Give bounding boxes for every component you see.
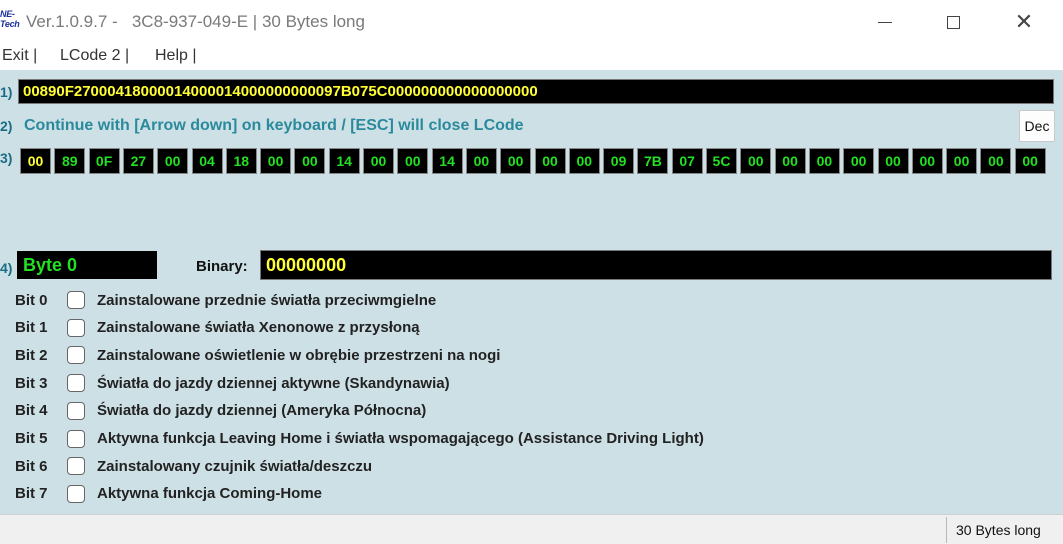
byte-cell[interactable]: 00 <box>980 148 1012 174</box>
byte-cell[interactable]: 00 <box>843 148 875 174</box>
menu-lcode2[interactable]: LCode 2 | <box>60 47 129 65</box>
maximize-button[interactable] <box>930 6 976 38</box>
bit-label: Bit 2 <box>15 346 48 364</box>
bit-checkbox[interactable] <box>67 457 85 476</box>
bit-label: Bit 5 <box>15 430 48 447</box>
byte-cell[interactable]: 00 <box>877 148 909 174</box>
row-number-1: 1) <box>0 84 13 100</box>
status-bar: 30 Bytes long <box>0 514 1063 544</box>
byte-cell[interactable]: 14 <box>431 148 463 174</box>
status-divider <box>946 517 947 543</box>
minimize-button[interactable] <box>862 6 908 38</box>
app-logo-icon: NE- Tech <box>0 9 20 29</box>
dec-button[interactable]: Dec <box>1019 110 1055 142</box>
bit-label: Bit 6 <box>15 457 48 475</box>
bit-description: Zainstalowane przednie światła przeciwmg… <box>97 291 437 309</box>
bit-checkbox[interactable] <box>67 346 85 365</box>
bit-checkbox[interactable] <box>67 429 85 448</box>
bit-label: Bit 0 <box>15 291 48 309</box>
bit-label: Bit 3 <box>15 374 48 392</box>
maximize-icon <box>946 15 960 29</box>
byte-cell[interactable]: 00 <box>946 148 978 174</box>
byte-cell[interactable]: 09 <box>603 148 635 174</box>
bit-checkbox[interactable] <box>67 318 85 337</box>
bit-row: Bit 1 Zainstalowane światła Xenonowe z pr… <box>15 316 420 340</box>
window-title: Ver.1.0.9.7 - 3C8-937-049-E | 30 Bytes l… <box>26 12 365 31</box>
byte-cell[interactable]: 00 <box>397 148 429 174</box>
bit-label: Bit 7 <box>15 485 48 503</box>
bit-row: Bit 0 Zainstalowane przednie światła prze… <box>15 288 436 312</box>
bit-description: Zainstalowany czujnik światła/deszczu <box>97 457 373 475</box>
bit-description: Zainstalowane światła Xenonowe z przysło… <box>97 319 420 337</box>
selected-byte-label: Byte 0 <box>17 251 157 279</box>
byte-cell[interactable]: 27 <box>122 148 154 174</box>
close-button[interactable]: ✕ <box>1001 6 1047 38</box>
status-text: 30 Bytes long <box>956 522 1041 538</box>
bit-description: Aktywna funkcja Coming-Home <box>97 485 323 503</box>
menu-bar: Exit | LCode 2 | Help | <box>0 44 1063 70</box>
bit-row: Bit 7 Aktywna funkcja Coming-Home <box>15 482 322 506</box>
menu-help[interactable]: Help | <box>155 47 197 65</box>
bit-description: Zainstalowane oświetlenie w obrębie prze… <box>97 346 501 364</box>
row-number-3: 3) <box>0 150 13 166</box>
byte-cell[interactable]: 00 <box>534 148 566 174</box>
byte-cells: 00 89 0F 27 00 04 18 00 00 14 00 00 14 00 00 00 00 09 7B 07… <box>20 148 1060 176</box>
byte-cell[interactable]: 0F <box>88 148 120 174</box>
row-number-2: 2) <box>0 118 13 134</box>
byte-cell[interactable]: 00 <box>808 148 840 174</box>
menu-exit[interactable]: Exit | <box>2 47 37 65</box>
byte-cell[interactable]: 04 <box>191 148 223 174</box>
bit-row: Bit 4 Światła do jazdy dziennej (Ameryka … <box>15 399 426 423</box>
byte-cell[interactable]: 00 <box>568 148 600 174</box>
byte-cell[interactable]: 7B <box>637 148 669 174</box>
binary-value-field[interactable]: 00000000 <box>260 250 1052 280</box>
instruction-text: Continue with [Arrow down] on keyboard /… <box>24 117 524 134</box>
byte-cell[interactable]: 00 <box>465 148 497 174</box>
byte-cell[interactable]: 00 <box>294 148 326 174</box>
bit-label: Bit 4 <box>15 402 48 420</box>
byte-cell[interactable]: 00 <box>363 148 394 174</box>
bit-checkbox[interactable] <box>67 484 85 503</box>
title-bar: NE- Tech Ver.1.0.9.7 - 3C8-937-049-E | 30… <box>0 0 1063 44</box>
bit-row: Bit 5 Aktywna funkcja Leaving Home i świa… <box>15 427 704 451</box>
byte-cell[interactable]: 07 <box>671 148 703 174</box>
byte-cell[interactable]: 00 <box>1014 148 1046 174</box>
bit-label: Bit 1 <box>15 319 48 337</box>
byte-cell[interactable]: 89 <box>54 148 86 174</box>
bit-row: Bit 3 Światła do jazdy dziennej aktywne (… <box>15 371 450 395</box>
row-number-4: 4) <box>0 260 13 276</box>
byte-cell[interactable]: 5C <box>706 148 737 174</box>
byte-cell[interactable]: 14 <box>328 148 360 174</box>
bit-row: Bit 2 Zainstalowane oświetlenie w obrębie… <box>15 343 500 367</box>
byte-cell[interactable]: 00 <box>20 148 51 174</box>
byte-cell[interactable]: 00 <box>774 148 806 174</box>
hex-string-field[interactable]: 00890F27000418000014000014000000000097B0… <box>18 79 1054 104</box>
bit-description: Światła do jazdy dziennej (Ameryka Półno… <box>97 402 427 420</box>
minimize-icon <box>878 21 892 23</box>
byte-cell[interactable]: 00 <box>500 148 532 174</box>
byte-cell[interactable]: 00 <box>260 148 292 174</box>
byte-cell[interactable]: 00 <box>740 148 772 174</box>
bit-description: Aktywna funkcja Leaving Home i światła w… <box>97 430 704 447</box>
byte-cell[interactable]: 18 <box>225 148 257 174</box>
close-icon: ✕ <box>1014 9 1034 34</box>
bit-description: Światła do jazdy dziennej aktywne (Skand… <box>97 374 450 392</box>
bit-checkbox[interactable] <box>67 374 85 393</box>
bit-checkbox[interactable] <box>67 401 85 420</box>
binary-label: Binary: <box>196 258 248 275</box>
byte-cell[interactable]: 00 <box>911 148 943 174</box>
main-panel: 1) 00890F2700041800001400001400000000009… <box>0 70 1063 514</box>
bit-checkbox[interactable] <box>67 291 85 309</box>
byte-cell[interactable]: 00 <box>157 148 189 174</box>
bit-row: Bit 6 Zainstalowany czujnik światła/deszc… <box>15 454 372 478</box>
